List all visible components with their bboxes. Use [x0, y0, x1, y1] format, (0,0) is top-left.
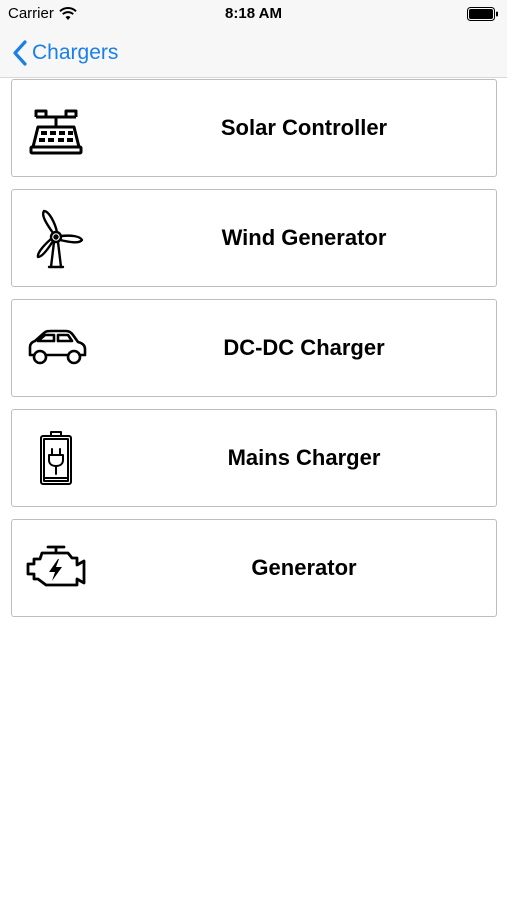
charger-item-dc-dc-charger[interactable]: DC-DC Charger [11, 299, 497, 397]
battery-plug-icon [40, 431, 72, 485]
car-icon [28, 329, 87, 365]
charger-item-label: DC-DC Charger [223, 335, 385, 360]
charger-item-label: Solar Controller [220, 115, 388, 140]
chevron-left-icon [13, 40, 27, 66]
status-time: 8:18 AM [225, 5, 282, 22]
wind-turbine-icon [36, 209, 84, 269]
charger-item-solar-controller[interactable]: Solar Controller [11, 79, 497, 177]
charger-item-generator[interactable]: Generator [11, 519, 497, 617]
back-button-label: Chargers [32, 41, 119, 64]
charger-item-wind-generator[interactable]: Wind Generator [11, 189, 497, 287]
back-button[interactable]: Chargers [12, 38, 118, 68]
solar-controller-icon [29, 109, 83, 155]
charger-list: Solar Controller Wind Generator DC-DC Ch… [11, 79, 497, 629]
charger-item-label: Generator [251, 555, 357, 580]
charger-item-label: Wind Generator [221, 225, 387, 250]
navigation-bar: Chargers [0, 28, 507, 78]
charger-item-label: Mains Charger [227, 445, 381, 470]
charger-item-mains-charger[interactable]: Mains Charger [11, 409, 497, 507]
status-bar: Carrier 8:18 AM [0, 0, 507, 28]
battery-icon [467, 7, 498, 21]
engine-icon [26, 545, 86, 587]
